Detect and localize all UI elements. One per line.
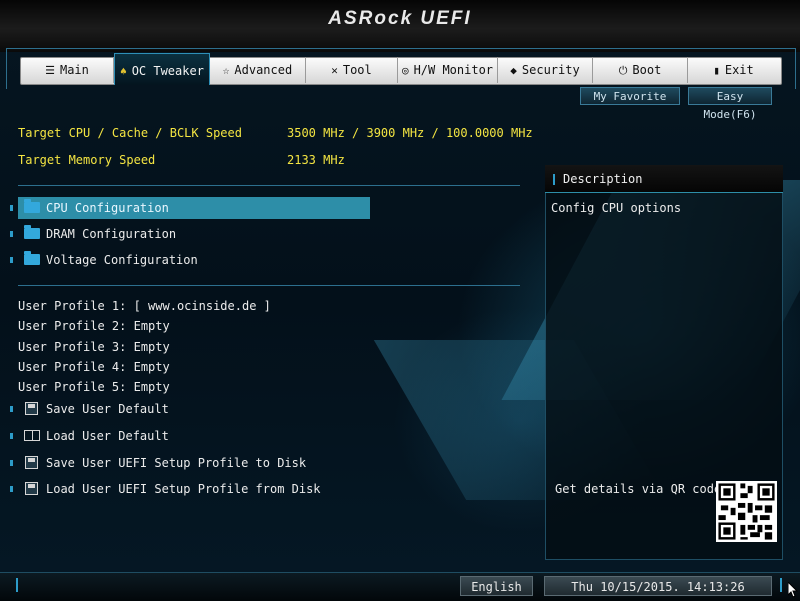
menu-item-voltage-configuration[interactable]: Voltage Configuration xyxy=(10,249,370,271)
action-label: Save User UEFI Setup Profile to Disk xyxy=(46,456,307,470)
user-profile-1[interactable]: User Profile 1: [ www.ocinside.de ] xyxy=(18,299,271,313)
tab-exit[interactable]: ▮ Exit xyxy=(688,57,779,83)
tab-label: Advanced xyxy=(234,63,293,77)
book-icon xyxy=(24,430,40,441)
user-profile-2[interactable]: User Profile 2: Empty xyxy=(18,319,170,333)
qr-label: Get details via QR code xyxy=(555,482,722,496)
bullet-marker xyxy=(10,460,13,466)
tab-main[interactable]: ☰ Main xyxy=(21,57,114,83)
menu-item-cpu-configuration[interactable]: CPU Configuration xyxy=(10,197,370,219)
header-marker xyxy=(553,174,555,185)
bullet-marker xyxy=(10,486,13,492)
bullet-marker xyxy=(10,433,13,439)
mouse-cursor-icon xyxy=(788,582,798,598)
tab-label: OC Tweaker xyxy=(131,64,204,78)
tab-label: Boot xyxy=(632,63,662,77)
tab-oc-tweaker[interactable]: ♠ OC Tweaker xyxy=(114,53,210,85)
tab-security[interactable]: ◆ Security xyxy=(498,57,593,83)
exit-icon: ▮ xyxy=(713,64,720,77)
header-bar: ASRock UEFI xyxy=(0,0,800,52)
qr-code-icon xyxy=(716,481,777,542)
flame-icon: ♠ xyxy=(120,65,127,78)
my-favorite-button[interactable]: My Favorite xyxy=(580,87,680,105)
list-icon: ☰ xyxy=(45,64,55,77)
user-profile-4[interactable]: User Profile 4: Empty xyxy=(18,360,170,374)
target-memory-label: Target Memory Speed xyxy=(18,153,156,167)
divider xyxy=(18,285,520,286)
target-memory-value: 2133 MHz xyxy=(287,153,345,167)
description-text: Config CPU options xyxy=(551,201,682,215)
target-cpu-value: 3500 MHz / 3900 MHz / 100.0000 MHz xyxy=(287,126,533,140)
tab-advanced[interactable]: ☆ Advanced xyxy=(210,57,306,83)
save-profile-to-disk-item[interactable]: Save User UEFI Setup Profile to Disk xyxy=(10,452,307,474)
action-label: Load User UEFI Setup Profile from Disk xyxy=(46,482,321,496)
star-icon: ☆ xyxy=(222,64,230,77)
shield-icon: ◆ xyxy=(510,64,517,77)
load-user-default-item[interactable]: Load User Default xyxy=(10,425,169,447)
load-profile-from-disk-item[interactable]: Load User UEFI Setup Profile from Disk xyxy=(10,478,321,500)
footer-marker xyxy=(780,578,782,592)
tab-hw-monitor[interactable]: ◎ H/W Monitor xyxy=(398,57,498,83)
tab-label: Tool xyxy=(342,63,372,77)
action-label: Save User Default xyxy=(46,402,169,416)
menu-item-dram-configuration[interactable]: DRAM Configuration xyxy=(10,223,370,245)
target-cpu-label: Target CPU / Cache / BCLK Speed xyxy=(18,126,242,140)
tab-label: Main xyxy=(59,63,89,77)
divider xyxy=(18,185,520,186)
brand-logo: ASRock UEFI xyxy=(328,8,472,29)
user-profile-5[interactable]: User Profile 5: Empty xyxy=(18,380,170,394)
folder-icon xyxy=(24,225,40,239)
language-button[interactable]: English xyxy=(460,576,533,596)
bullet-marker xyxy=(10,205,13,211)
monitor-icon: ◎ xyxy=(401,64,409,77)
load-disk-icon xyxy=(25,482,38,495)
easy-mode-button[interactable]: Easy Mode(F6) xyxy=(688,87,772,121)
description-title: Description xyxy=(563,172,643,186)
menu-item-label: Voltage Configuration xyxy=(46,253,198,267)
footer-marker xyxy=(16,578,18,592)
tools-icon: ✕ xyxy=(331,64,338,77)
action-label: Load User Default xyxy=(46,429,169,443)
date-time-display: Thu 10/15/2015. 14:13:26 xyxy=(544,576,772,596)
tab-tool[interactable]: ✕ Tool xyxy=(306,57,398,83)
save-user-default-item[interactable]: Save User Default xyxy=(10,398,169,420)
power-icon: ⏻ xyxy=(618,64,628,77)
folder-icon xyxy=(24,199,40,213)
menu-item-label: DRAM Configuration xyxy=(46,227,177,241)
save-icon xyxy=(25,402,38,415)
tab-label: Exit xyxy=(724,63,754,77)
user-profile-3[interactable]: User Profile 3: Empty xyxy=(18,340,170,354)
menu-item-label: CPU Configuration xyxy=(46,201,169,215)
bullet-marker xyxy=(10,231,13,237)
folder-icon xyxy=(24,251,40,265)
bullet-marker xyxy=(10,257,13,263)
save-disk-icon xyxy=(25,456,38,469)
bullet-marker xyxy=(10,406,13,412)
tab-boot[interactable]: ⏻ Boot xyxy=(593,57,688,83)
tab-label: H/W Monitor xyxy=(413,63,494,77)
tab-label: Security xyxy=(521,63,580,77)
